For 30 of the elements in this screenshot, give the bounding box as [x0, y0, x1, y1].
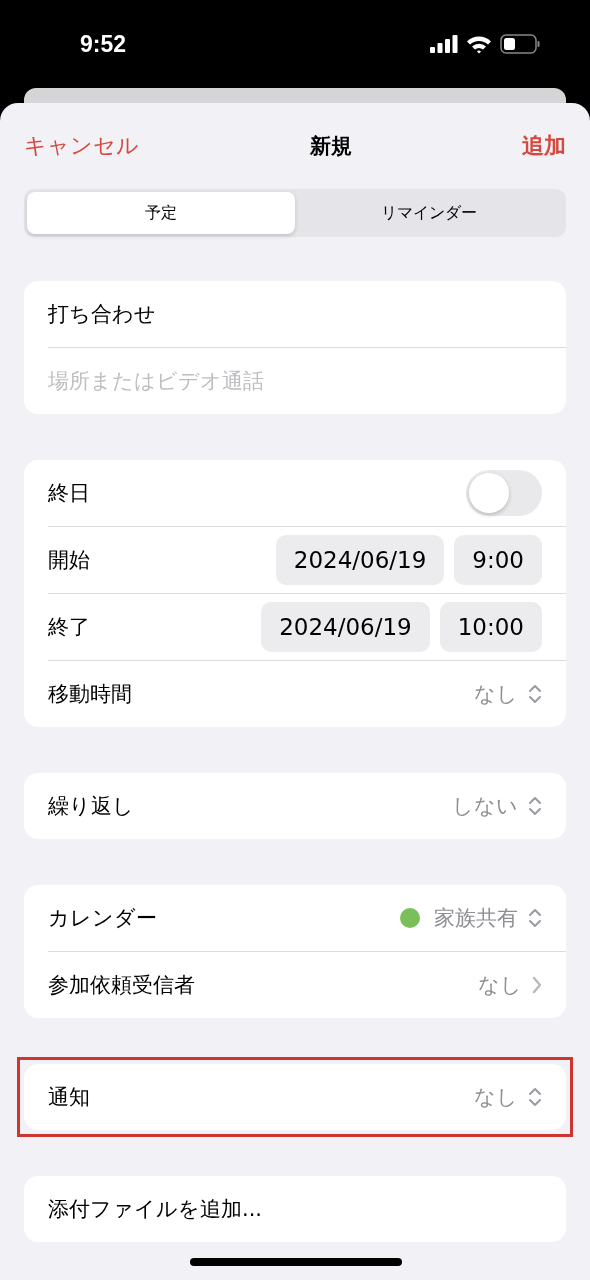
status-time: 9:52	[80, 30, 127, 58]
cancel-button[interactable]: キャンセル	[24, 131, 139, 161]
date-button[interactable]: 2024/06/19	[261, 602, 430, 652]
up-down-chevron-icon	[528, 907, 542, 929]
segment-tab[interactable]: 予定	[27, 192, 295, 234]
row-label: 移動時間	[48, 681, 132, 708]
row-label: 終日	[48, 480, 90, 507]
up-down-chevron-icon	[528, 795, 542, 817]
wifi-icon	[466, 34, 492, 54]
date-button[interactable]: 2024/06/19	[275, 535, 445, 585]
row-label: カレンダー	[48, 905, 157, 932]
location-field[interactable]: 場所またはビデオ通話	[48, 369, 542, 393]
battery-icon	[500, 34, 540, 54]
row-label: 繰り返し	[48, 793, 134, 820]
row-label: 終了	[48, 614, 90, 641]
row-label: 開始	[48, 547, 90, 574]
signal-icon	[430, 35, 458, 53]
up-down-chevron-icon	[528, 1086, 542, 1108]
event-title[interactable]: 打ち合わせ	[48, 300, 156, 328]
chevron-right-icon	[532, 975, 542, 995]
time-button[interactable]: 10:00	[439, 602, 542, 652]
time-button[interactable]: 9:00	[454, 535, 542, 585]
row-label: 参加依頼受信者	[48, 972, 195, 999]
add-button[interactable]: 追加	[522, 131, 566, 161]
sheet-title: 新規	[309, 133, 352, 160]
row-label: 通知	[48, 1084, 90, 1111]
all-day-switch[interactable]	[466, 470, 542, 516]
add-attachment-button[interactable]: 添付ファイルを追加...	[48, 1195, 263, 1223]
up-down-chevron-icon	[528, 683, 542, 705]
segment-tab[interactable]: リマインダー	[295, 192, 563, 234]
